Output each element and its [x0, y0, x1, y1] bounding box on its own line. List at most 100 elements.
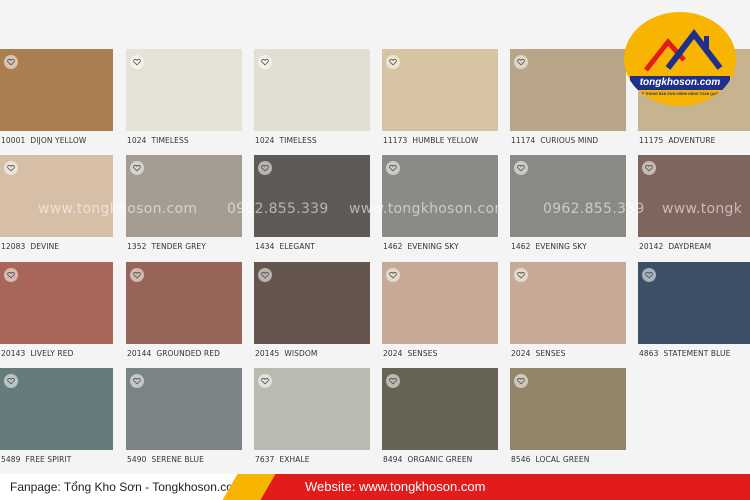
swatch-card[interactable]: 1352 TENDER GREY	[126, 155, 242, 253]
swatch-label: 5489 FREE SPIRIT	[1, 455, 71, 464]
swatch-card[interactable]: 1024 TIMELESS	[254, 49, 370, 147]
heart-icon	[389, 378, 397, 385]
footer-fanpage-text: Fanpage: Tổng Kho Sơn - Tongkhoson.com	[10, 480, 243, 494]
swatch-card[interactable]: 12083 DEVINE	[0, 155, 113, 253]
swatch-code: 10001	[1, 136, 26, 145]
swatch-code: 11175	[639, 136, 664, 145]
house-roof-icon	[644, 29, 723, 72]
swatch-label: 1462 EVENING SKY	[383, 242, 459, 251]
favorite-button[interactable]	[4, 55, 18, 69]
heart-icon	[7, 165, 15, 172]
favorite-button[interactable]	[386, 374, 400, 388]
swatch-card[interactable]: 11174 CURIOUS MIND	[510, 49, 626, 147]
swatch-code: 8546	[511, 455, 531, 464]
swatch-card[interactable]: 20142 DAYDREAM	[638, 155, 750, 253]
favorite-button[interactable]	[130, 55, 144, 69]
swatch-card[interactable]: 2024 SENSES	[382, 262, 498, 360]
favorite-button[interactable]	[514, 55, 528, 69]
favorite-button[interactable]	[130, 161, 144, 175]
heart-icon	[261, 165, 269, 172]
heart-icon	[7, 59, 15, 66]
swatch-name: STATEMENT BLUE	[663, 349, 731, 358]
swatch-name: FREE SPIRIT	[25, 455, 72, 464]
swatch-card[interactable]: 4863 STATEMENT BLUE	[638, 262, 750, 360]
favorite-button[interactable]	[4, 268, 18, 282]
favorite-button[interactable]	[130, 268, 144, 282]
favorite-button[interactable]	[258, 374, 272, 388]
favorite-button[interactable]	[514, 374, 528, 388]
heart-icon	[133, 378, 141, 385]
heart-icon	[645, 272, 653, 279]
heart-icon	[389, 59, 397, 66]
heart-icon	[389, 272, 397, 279]
swatch-code: 8494	[383, 455, 403, 464]
swatch-card[interactable]: 10001 DIJON YELLOW	[0, 49, 113, 147]
favorite-button[interactable]	[514, 161, 528, 175]
swatch-code: 5490	[127, 455, 147, 464]
swatch-card[interactable]: 5489 FREE SPIRIT	[0, 368, 113, 466]
favorite-button[interactable]	[386, 268, 400, 282]
swatch-card[interactable]: 20145 WISDOM	[254, 262, 370, 360]
logo-brand-text: tongkhoson.com	[630, 76, 730, 90]
swatch-code: 1434	[255, 242, 275, 251]
favorite-button[interactable]	[258, 161, 272, 175]
swatch-name: WISDOM	[284, 349, 318, 358]
swatch-name: CURIOUS MIND	[540, 136, 599, 145]
swatch-label: 11174 CURIOUS MIND	[511, 136, 598, 145]
favorite-button[interactable]	[642, 161, 656, 175]
favorite-button[interactable]	[130, 374, 144, 388]
favorite-button[interactable]	[386, 161, 400, 175]
heart-icon	[261, 59, 269, 66]
favorite-button[interactable]	[258, 55, 272, 69]
swatch-card[interactable]: 8494 ORGANIC GREEN	[382, 368, 498, 466]
swatch-name: EVENING SKY	[535, 242, 587, 251]
heart-icon	[261, 378, 269, 385]
swatch-code: 4863	[639, 349, 659, 358]
swatch-label: 4863 STATEMENT BLUE	[639, 349, 730, 358]
swatch-card[interactable]: 20143 LIVELY RED	[0, 262, 113, 360]
swatch-card[interactable]: 11173 HUMBLE YELLOW	[382, 49, 498, 147]
swatch-code: 11173	[383, 136, 408, 145]
swatch-card[interactable]: 1462 EVENING SKY	[510, 155, 626, 253]
favorite-button[interactable]	[642, 268, 656, 282]
swatch-label: 8546 LOCAL GREEN	[511, 455, 589, 464]
swatch-label: 1024 TIMELESS	[127, 136, 189, 145]
swatch-card[interactable]: 5490 SERENE BLUE	[126, 368, 242, 466]
brand-logo: tongkhoson.com HỆ THỐNG BÁN SƠN CHÍNH HÃ…	[624, 12, 736, 106]
footer-bar: Fanpage: Tổng Kho Sơn - Tongkhoson.com W…	[0, 474, 750, 500]
swatch-card[interactable]: 8546 LOCAL GREEN	[510, 368, 626, 466]
heart-icon	[517, 272, 525, 279]
favorite-button[interactable]	[4, 161, 18, 175]
swatch-label: 1462 EVENING SKY	[511, 242, 587, 251]
swatch-code: 7637	[255, 455, 275, 464]
swatch-label: 5490 SERENE BLUE	[127, 455, 204, 464]
favorite-button[interactable]	[514, 268, 528, 282]
swatch-code: 1024	[127, 136, 147, 145]
swatch-name: ADVENTURE	[668, 136, 716, 145]
swatch-card[interactable]: 1462 EVENING SKY	[382, 155, 498, 253]
swatch-code: 20145	[255, 349, 280, 358]
swatch-code: 20143	[1, 349, 26, 358]
swatch-name: EXHALE	[279, 455, 310, 464]
favorite-button[interactable]	[258, 268, 272, 282]
swatch-name: LIVELY RED	[30, 349, 74, 358]
swatch-name: TIMELESS	[279, 136, 317, 145]
swatch-card[interactable]: 1024 TIMELESS	[126, 49, 242, 147]
swatch-name: DAYDREAM	[668, 242, 712, 251]
swatch-name: GROUNDED RED	[156, 349, 220, 358]
swatch-code: 5489	[1, 455, 21, 464]
favorite-button[interactable]	[386, 55, 400, 69]
favorite-button[interactable]	[4, 374, 18, 388]
swatch-code: 2024	[511, 349, 531, 358]
swatch-label: 1434 ELEGANT	[255, 242, 315, 251]
swatch-name: ELEGANT	[279, 242, 315, 251]
swatch-name: TIMELESS	[151, 136, 189, 145]
swatch-card[interactable]: 1434 ELEGANT	[254, 155, 370, 253]
swatch-name: DIJON YELLOW	[30, 136, 87, 145]
swatch-code: 20144	[127, 349, 152, 358]
swatch-card[interactable]: 7637 EXHALE	[254, 368, 370, 466]
swatch-card[interactable]: 2024 SENSES	[510, 262, 626, 360]
swatch-name: HUMBLE YELLOW	[412, 136, 479, 145]
swatch-code: 1352	[127, 242, 147, 251]
swatch-card[interactable]: 20144 GROUNDED RED	[126, 262, 242, 360]
